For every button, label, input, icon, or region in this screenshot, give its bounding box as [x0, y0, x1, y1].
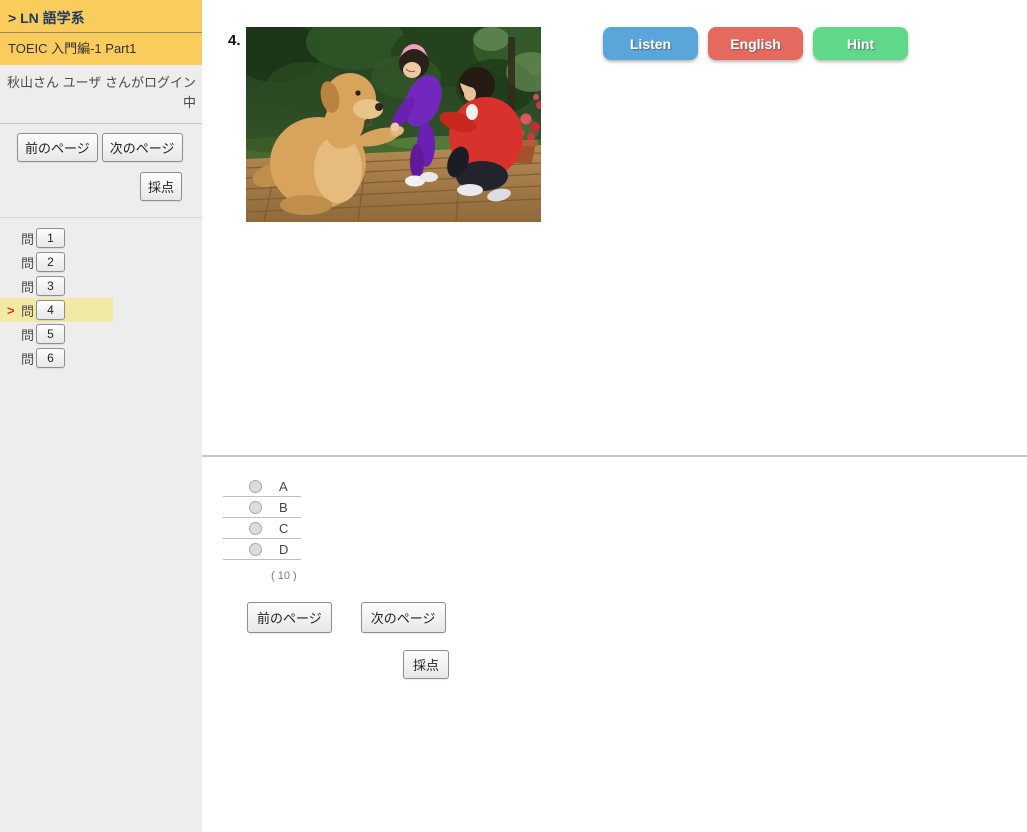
login-status: 秋山さん ユーザ さんがログイン中 [0, 65, 202, 125]
question-3-button[interactable]: 3 [36, 276, 66, 297]
question-row-5: 問 5 [0, 322, 113, 346]
bottom-prev-page-button[interactable]: 前のページ [247, 602, 332, 633]
bottom-score-row: 採点 [403, 650, 1027, 679]
sidebar: > LN 語学系 TOEIC 入門編-1 Part1 秋山さん ユーザ さんがロ… [0, 0, 202, 832]
course-header: > LN 語学系 TOEIC 入門編-1 Part1 [0, 0, 202, 65]
sidebar-divider [0, 217, 202, 219]
question-row-4-current: > 問 4 [0, 298, 113, 323]
answer-c-radio[interactable] [249, 521, 262, 535]
answer-a-radio[interactable] [249, 479, 262, 493]
answer-options: A B C D [223, 476, 301, 560]
question-1-button[interactable]: 1 [36, 228, 66, 249]
answer-b-radio[interactable] [249, 500, 262, 514]
english-button[interactable]: English [708, 27, 803, 60]
hint-button[interactable]: Hint [813, 27, 908, 60]
question-row-label: 問 [21, 231, 35, 247]
sidebar-score-button[interactable]: 採点 [139, 172, 182, 202]
course-title[interactable]: > LN 語学系 [0, 6, 202, 33]
points-note: ( 10 ) [271, 570, 297, 582]
sidebar-page-nav: 前のページ 次のページ [0, 124, 202, 163]
sidebar-prev-page-button[interactable]: 前のページ [17, 133, 98, 163]
answer-d-radio[interactable] [249, 542, 262, 556]
question-photo [246, 27, 541, 222]
answer-row-a[interactable]: A [223, 476, 301, 497]
sidebar-next-page-button[interactable]: 次のページ [101, 133, 183, 163]
answer-a-label: A [279, 478, 288, 494]
current-question-marker: > [7, 302, 15, 318]
question-row-1: 問 1 [0, 226, 113, 250]
question-2-button[interactable]: 2 [36, 252, 66, 273]
bottom-next-page-button[interactable]: 次のページ [360, 602, 446, 633]
question-row-label: 問 [21, 303, 35, 319]
bottom-page-nav: 前のページ 次のページ [247, 602, 1027, 633]
bottom-score-button[interactable]: 採点 [403, 650, 450, 679]
answer-d-label: D [279, 541, 289, 557]
action-buttons: Listen English Hint [603, 27, 908, 60]
question-row-6: 問 6 [0, 346, 113, 370]
course-subtitle: TOEIC 入門編-1 Part1 [8, 41, 137, 56]
sidebar-score-row: 採点 [0, 162, 202, 202]
answer-panel: A B C D ( 10 ) 前のページ 次のページ 採点 [202, 457, 1027, 679]
question-row-label: 問 [21, 327, 35, 343]
answer-c-label: C [279, 520, 289, 536]
question-row-2: 問 2 [0, 250, 113, 274]
answer-b-label: B [279, 499, 288, 515]
listen-button[interactable]: Listen [603, 27, 698, 60]
answer-row-b[interactable]: B [223, 497, 301, 518]
question-panel: 4. Listen English Hint [202, 0, 1027, 457]
question-row-3: 問 3 [0, 274, 113, 298]
question-row-label: 問 [21, 255, 35, 271]
question-row-label: 問 [21, 279, 35, 295]
question-6-button[interactable]: 6 [36, 348, 66, 369]
main-content: 4. Listen English Hint A B C D (10) 前の… [202, 0, 1027, 832]
answer-row-d[interactable]: D [223, 539, 301, 560]
answer-row-c[interactable]: C [223, 518, 301, 539]
question-number: 4. [228, 32, 241, 49]
question-row-label: 問 [21, 351, 35, 367]
question-photo-illustration [246, 27, 541, 222]
question-4-button[interactable]: 4 [36, 300, 66, 321]
question-list: 問 1 問 2 問 3 > 問 4 問 5 問 6 [0, 226, 202, 370]
question-5-button[interactable]: 5 [36, 324, 66, 345]
